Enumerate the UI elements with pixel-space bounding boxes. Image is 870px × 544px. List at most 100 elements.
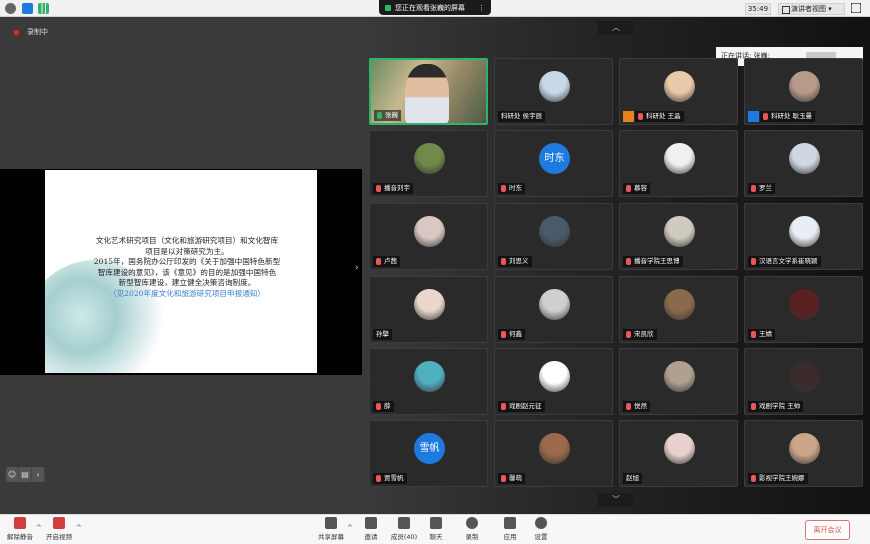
participant-tile[interactable]: 科研处 侯宇辰 — [494, 58, 613, 125]
participant-tile[interactable]: 薛 — [369, 348, 488, 415]
avatar — [789, 71, 820, 102]
participant-tile[interactable]: 戏剧赵元征 — [494, 348, 613, 415]
avatar — [539, 289, 570, 320]
avatar — [789, 433, 820, 464]
participant-name: 罗兰 — [748, 183, 775, 194]
participant-tile[interactable]: 时东 时东 — [494, 130, 613, 197]
participant-tile[interactable]: 戏剧学院 王帅 — [744, 348, 863, 415]
recording-label: 录制中 — [27, 28, 48, 36]
settings-label: 设置 — [534, 533, 548, 541]
participant-name: 贾雪帆 — [373, 473, 407, 484]
participant-name: 科研处 侯宇辰 — [498, 111, 546, 122]
participant-tile[interactable]: 影视学院王婉娜 — [744, 420, 863, 487]
participant-tile[interactable]: 慕容 — [619, 130, 738, 197]
host-badge-icon — [748, 111, 759, 122]
participant-tile[interactable]: 刘思义 — [494, 203, 613, 270]
slide-line: 文化艺术研究项目（文化和旅游研究项目）和文化智库 — [95, 236, 279, 245]
chevron-right-icon[interactable]: › — [355, 263, 359, 273]
chevron-down-icon[interactable]: ﹀ — [598, 493, 634, 507]
participant-name: 张巍 — [374, 110, 401, 121]
avatar — [414, 143, 445, 174]
settings-button[interactable]: 设置 — [531, 517, 551, 543]
participant-tile[interactable]: 科研处 耿玉曼 — [744, 58, 863, 125]
invite-button[interactable]: 邀请 — [360, 517, 382, 543]
top-bar: 您正在观看张巍的屏幕 ⋮ 35:49 演讲者视图 ▾ — [0, 0, 870, 17]
participant-tile[interactable]: 何鑫 — [494, 276, 613, 343]
participant-tile[interactable]: 科研处 王晶 — [619, 58, 738, 125]
share-status-pill[interactable]: 您正在观看张巍的屏幕 ⋮ — [379, 0, 491, 15]
participant-tile[interactable]: 播音学院王思博 — [619, 203, 738, 270]
participant-tile[interactable]: 孙擘 — [369, 276, 488, 343]
avatar — [539, 433, 570, 464]
more-icon[interactable]: ⋮ — [478, 4, 485, 12]
camera-off-icon — [53, 517, 65, 529]
view-mode-label: 演讲者视图 — [791, 5, 826, 13]
members-button[interactable]: 成员(40) — [389, 517, 419, 543]
video-options-caret[interactable]: ^ — [76, 524, 82, 532]
participant-tile[interactable]: 馨萌 — [494, 420, 613, 487]
participant-tile[interactable]: 汉语言文学系崔晓颖 — [744, 203, 863, 270]
mute-options-caret[interactable]: ^ — [36, 524, 42, 532]
shield-icon[interactable] — [22, 3, 33, 14]
mute-button[interactable]: 解除静音 — [6, 517, 34, 543]
info-icon[interactable] — [5, 3, 16, 14]
view-mode-button[interactable]: 演讲者视图 ▾ — [778, 3, 845, 15]
fullscreen-icon[interactable] — [851, 3, 861, 13]
slide-line: 2015年，国务院办公厅印发的《关于加强中国特色新型 — [93, 257, 281, 266]
chat-bubble-icon[interactable]: ▤ — [19, 467, 32, 482]
chevron-up-icon[interactable]: ︿ — [598, 21, 634, 35]
participant-tile[interactable]: 王婧 — [744, 276, 863, 343]
avatar — [789, 289, 820, 320]
participant-tile[interactable]: 罗兰 — [744, 130, 863, 197]
participant-tile[interactable]: 悦然 — [619, 348, 738, 415]
participant-name: 播音刘宇 — [373, 183, 413, 194]
avatar — [664, 433, 695, 464]
members-label: 成员(40) — [390, 533, 418, 541]
participant-name: 王婧 — [748, 329, 775, 340]
participant-name: 薛 — [373, 401, 394, 412]
participant-name: 刘思义 — [498, 256, 532, 267]
video-person — [405, 64, 449, 123]
chat-button[interactable]: 聊天 — [426, 517, 446, 543]
microphone-muted-icon — [14, 517, 26, 529]
share-screen-icon — [325, 517, 337, 529]
participant-name: 馨萌 — [498, 473, 525, 484]
avatar — [664, 289, 695, 320]
participant-tile[interactable]: 赵旭 — [619, 420, 738, 487]
participant-tile[interactable]: 宋凯欣 — [619, 276, 738, 343]
apps-button[interactable]: 应用 — [500, 517, 520, 543]
record-button[interactable]: 录制 — [462, 517, 482, 543]
avatar — [789, 361, 820, 392]
avatar — [539, 71, 570, 102]
video-label: 开启视频 — [46, 533, 72, 541]
add-user-icon — [365, 517, 377, 529]
participant-name: 戏剧赵元征 — [498, 401, 545, 412]
share-status-text: 您正在观看张巍的屏幕 — [395, 3, 465, 12]
participant-tile[interactable]: 播音刘宇 — [369, 130, 488, 197]
participant-name: 孙擘 — [373, 329, 392, 340]
avatar — [664, 216, 695, 247]
slide-link[interactable]: （见2020年度文化和旅游研究项目申报通知） — [75, 289, 299, 300]
participant-name: 科研处 王晶 — [635, 111, 684, 122]
collapse-icon[interactable]: ‹ — [32, 467, 45, 482]
participant-tile[interactable]: 卢茜 — [369, 203, 488, 270]
participant-name: 宋凯欣 — [623, 329, 657, 340]
meeting-timer: 35:49 — [745, 3, 771, 15]
signal-icon[interactable] — [38, 3, 49, 14]
participant-name: 科研处 耿玉曼 — [760, 111, 816, 122]
avatar — [789, 216, 820, 247]
share-screen-button[interactable]: 共享屏幕 — [316, 517, 346, 543]
video-button[interactable]: 开启视频 — [45, 517, 73, 543]
emoji-icon[interactable]: ☺ — [6, 467, 19, 482]
avatar — [539, 216, 570, 247]
share-options-caret[interactable]: ^ — [347, 524, 353, 532]
participant-tile[interactable]: 雪帆 贾雪帆 — [369, 420, 488, 487]
avatar — [539, 361, 570, 392]
slide-line: 智库建设的意见》，该《意见》的目的是加强中国特色 — [97, 267, 277, 277]
participant-name: 赵旭 — [623, 473, 642, 484]
presentation-slide: 文化艺术研究项目（文化和旅游研究项目）和文化智库 项目是以对策研究为主。 201… — [45, 170, 317, 373]
apps-label: 应用 — [503, 533, 517, 541]
leave-meeting-button[interactable]: 离开会议 — [805, 520, 850, 540]
participant-tile[interactable]: 张巍 — [369, 58, 488, 125]
avatar — [664, 361, 695, 392]
